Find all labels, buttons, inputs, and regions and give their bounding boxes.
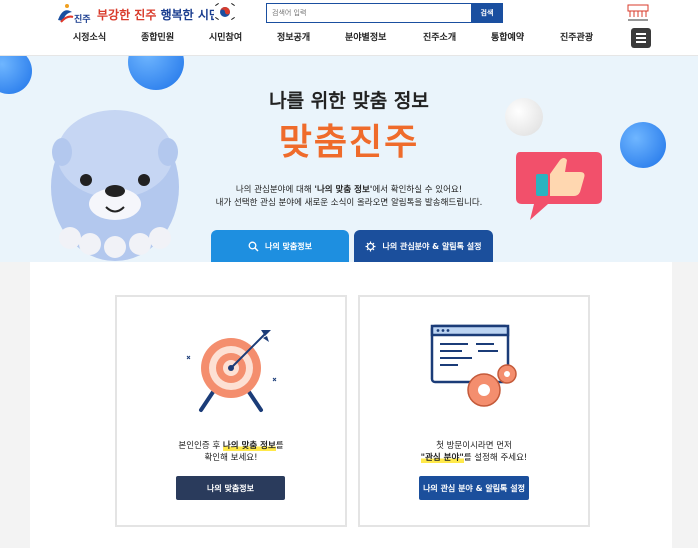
tab-my-info-label: 나의 맞춤정보 — [265, 241, 312, 251]
target-icon — [186, 330, 277, 412]
thumbs-up-bubble-icon — [516, 152, 602, 220]
nav-item-reservation[interactable]: 통합예약 — [491, 30, 524, 43]
interest-settings-button[interactable]: 나의 관심 분야 & 알림톡 설정 — [419, 476, 529, 500]
interest-settings-card: 첫 방문이시라면 먼저 "관심 분야"를 설정해 주세요! 나의 관심 분야 &… — [358, 295, 590, 527]
menu-line-icon — [636, 41, 646, 43]
my-info-card: 본인인증 후 나의 맞춤 정보를 확인해 보세요! 나의 맞춤정보 — [115, 295, 347, 527]
slogan-part1: 부강한 진주 — [97, 8, 157, 22]
card-text: 확인해 보세요! — [204, 453, 258, 463]
my-info-button[interactable]: 나의 맞춤정보 — [176, 476, 285, 500]
content-area: 본인인증 후 나의 맞춤 정보를 확인해 보세요! 나의 맞춤정보 첫 방문이시… — [0, 262, 698, 548]
content-panel: 본인인증 후 나의 맞춤 정보를 확인해 보세요! 나의 맞춤정보 첫 방문이시… — [30, 262, 672, 548]
interest-card-text: 첫 방문이시라면 먼저 "관심 분야"를 설정해 주세요! — [360, 440, 588, 464]
highlight-text: 나의 맞춤 정보 — [222, 441, 276, 451]
site-header: 진주 부강한 진주 행복한 시민 검색 시정소식 종합민원 시민참여 정보공개 … — [0, 0, 698, 56]
hero-title: 나를 위한 맞춤 정보 — [269, 90, 429, 112]
highlight-text: "관심 분야" — [420, 453, 464, 463]
slogan: 부강한 진주 행복한 시민 — [97, 6, 220, 23]
nav-item-about[interactable]: 진주소개 — [423, 30, 456, 43]
search-icon — [248, 241, 259, 251]
nav-item-civil[interactable]: 종합민원 — [141, 30, 174, 43]
card-text: 첫 방문이시라면 먼저 — [436, 441, 512, 451]
menu-line-icon — [636, 37, 646, 39]
menu-line-icon — [636, 33, 646, 35]
desc-bold-text: '나의 맞춤 정보' — [314, 185, 373, 195]
logo-text: 진주 — [74, 13, 91, 25]
main-nav: 시정소식 종합민원 시민참여 정보공개 분야별정보 진주소개 통합예약 진주관광 — [0, 30, 698, 50]
nav-item-participation[interactable]: 시민참여 — [209, 30, 242, 43]
korean-flag-icon — [214, 2, 236, 22]
card-text: 를 설정해 주세요! — [463, 453, 528, 463]
emblem-icon[interactable] — [626, 2, 650, 24]
gear-icon — [365, 241, 376, 251]
nav-item-tourism[interactable]: 진주관광 — [560, 30, 593, 43]
card-text: 본인인증 후 — [178, 441, 223, 451]
tab-interest-settings[interactable]: 나의 관심분야 & 알림톡 설정 — [354, 230, 493, 262]
search-button[interactable]: 검색 — [471, 3, 503, 23]
nav-item-disclosure[interactable]: 정보공개 — [277, 30, 310, 43]
tab-my-info[interactable]: 나의 맞춤정보 — [211, 230, 349, 262]
slogan-part2: 행복한 시민 — [160, 8, 220, 22]
search-box: 검색 — [266, 3, 503, 23]
hero-banner: 나를 위한 맞춤 정보 맞춤진주 나의 관심분야에 대해 '나의 맞춤 정보'에… — [0, 56, 698, 270]
settings-screen-icon — [430, 324, 517, 407]
desc-text: 에서 확인하실 수 있어요! — [372, 185, 463, 195]
desc-text: 나의 관심분야에 대해 — [235, 185, 315, 195]
nav-item-field-info[interactable]: 분야별정보 — [345, 30, 386, 43]
card-text: 를 — [275, 441, 284, 451]
nav-item-news[interactable]: 시정소식 — [73, 30, 106, 43]
tab-interest-settings-label: 나의 관심분야 & 알림톡 설정 — [382, 241, 482, 251]
hamburger-menu-button[interactable] — [631, 28, 651, 48]
jinju-logo[interactable]: 진주 — [55, 2, 99, 28]
blue-ball-decoration — [128, 56, 184, 90]
search-input[interactable] — [266, 3, 471, 23]
my-info-card-text: 본인인증 후 나의 맞춤 정보를 확인해 보세요! — [117, 440, 345, 464]
